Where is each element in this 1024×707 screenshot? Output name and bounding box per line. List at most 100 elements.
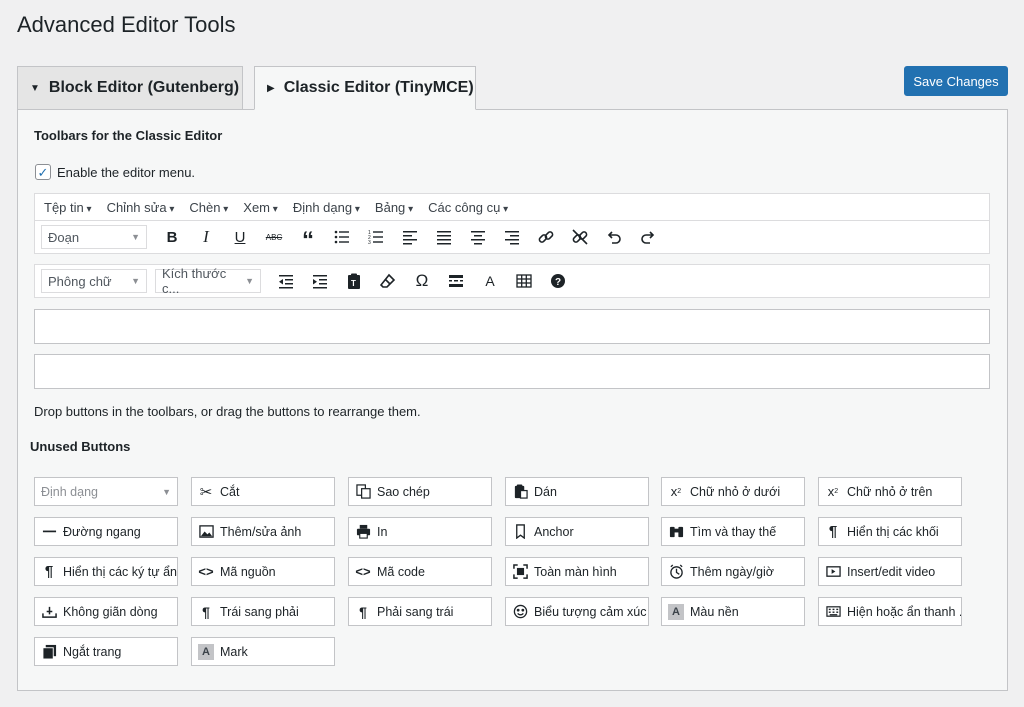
menu-edit[interactable]: Chỉnh sửa	[107, 200, 175, 215]
toolbar-4-empty[interactable]	[34, 354, 990, 389]
unused-button-copy[interactable]: Sao chép	[348, 477, 492, 506]
button-label: Insert/edit video	[847, 564, 936, 579]
unused-button-bg-color[interactable]: A Màu nền	[661, 597, 805, 626]
button-label: Mã nguồn	[220, 564, 276, 579]
align-center-icon[interactable]	[461, 224, 495, 250]
paragraph-format-select[interactable]: Đoạn ▼	[41, 225, 147, 249]
tab-block-editor[interactable]: ▼ Block Editor (Gutenberg)	[17, 66, 243, 110]
rtl-icon: ¶	[359, 603, 367, 620]
save-changes-button[interactable]: Save Changes	[904, 66, 1008, 96]
subscript-icon: x2	[670, 484, 682, 499]
button-label: Ngắt trang	[63, 644, 122, 659]
tab-label: Block Editor (Gutenberg)	[48, 79, 240, 96]
unlink-icon[interactable]	[563, 224, 597, 250]
omega-icon[interactable]: Ω	[405, 268, 439, 294]
binoculars-icon	[668, 524, 684, 540]
menu-format[interactable]: Định dạng	[293, 200, 360, 215]
bullet-list-icon[interactable]	[325, 224, 359, 250]
read-more-icon[interactable]	[439, 268, 473, 294]
unused-button-show-blocks[interactable]: ¶ Hiển thị các khối	[818, 517, 962, 546]
outdent-icon[interactable]	[269, 268, 303, 294]
menu-insert[interactable]: Chèn	[189, 200, 228, 215]
toolbar-3-empty[interactable]	[34, 309, 990, 344]
blockquote-icon[interactable]: “	[291, 224, 325, 253]
font-size-select[interactable]: Kích thước c... ▼	[155, 266, 261, 296]
button-label: Đường ngang	[63, 524, 141, 539]
clock-icon	[668, 564, 684, 580]
bold-icon[interactable]: B	[155, 224, 189, 250]
chevron-down-icon: ▼	[162, 486, 171, 497]
unused-format-select[interactable]: Định dạng ▼	[34, 477, 178, 506]
unused-button-anchor[interactable]: Anchor	[505, 517, 649, 546]
unused-button-code[interactable]: <> Mã code	[348, 557, 492, 586]
button-label: Chữ nhỏ ở trên	[847, 484, 933, 499]
unused-button-cut[interactable]: ✂ Cắt	[191, 477, 335, 506]
button-label: Hiển thị các ký tự ẩn	[63, 564, 177, 579]
unused-button-visual-chars[interactable]: ¶ Hiển thị các ký tự ẩn	[34, 557, 178, 586]
button-label: Phải sang trái	[377, 604, 454, 619]
unused-button-paste[interactable]: Dán	[505, 477, 649, 506]
unused-button-print[interactable]: In	[348, 517, 492, 546]
font-family-select[interactable]: Phông chữ ▼	[41, 269, 147, 293]
unused-button-find-replace[interactable]: Tìm và thay thế	[661, 517, 805, 546]
unused-button-subscript[interactable]: x 2 Chữ nhỏ ở dưới	[661, 477, 805, 506]
align-justify-icon[interactable]	[427, 224, 461, 250]
button-label: Mã code	[377, 564, 425, 579]
menu-file[interactable]: Tệp tin	[44, 200, 92, 215]
unused-button-datetime[interactable]: Thêm ngày/giờ	[661, 557, 805, 586]
unused-button-superscript[interactable]: x 2 Chữ nhỏ ở trên	[818, 477, 962, 506]
button-label: Tìm và thay thế	[690, 524, 777, 539]
button-label: Hiện hoặc ẩn thanh ...	[847, 604, 962, 619]
align-left-icon[interactable]	[393, 224, 427, 250]
unused-button-image[interactable]: Thêm/sửa ảnh	[191, 517, 335, 546]
unused-button-video[interactable]: Insert/edit video	[818, 557, 962, 586]
table-icon[interactable]	[507, 268, 541, 294]
background-color-icon: A	[668, 603, 684, 620]
redo-icon[interactable]	[631, 224, 665, 250]
paragraph-format-value: Đoạn	[48, 229, 80, 245]
tab-label: Classic Editor (TinyMCE)	[283, 79, 474, 96]
unused-button-source-code[interactable]: <> Mã nguồn	[191, 557, 335, 586]
undo-icon[interactable]	[597, 224, 631, 250]
help-icon[interactable]: ?	[541, 268, 575, 294]
mark-icon: A	[198, 643, 214, 660]
enable-menu-option[interactable]: ✓ Enable the editor menu.	[35, 164, 195, 180]
image-icon	[198, 524, 214, 540]
pilcrow-icon: ¶	[828, 523, 838, 540]
numbered-list-icon[interactable]: 123	[359, 224, 393, 250]
button-label: Mark	[220, 644, 248, 659]
keyboard-icon	[825, 604, 841, 620]
format-select-value: Định dạng	[41, 484, 98, 499]
unused-button-page-break[interactable]: Ngắt trang	[34, 637, 178, 666]
menu-view[interactable]: Xem	[243, 200, 278, 215]
paste-text-icon[interactable]: T	[337, 268, 371, 294]
unused-button-nonbreaking[interactable]: Không giãn dòng	[34, 597, 178, 626]
text-color-icon[interactable]: A	[473, 268, 507, 294]
pilcrow-icon: ¶	[44, 563, 54, 580]
section-title: Toolbars for the Classic Editor	[34, 128, 223, 143]
underline-icon[interactable]: U	[223, 224, 257, 250]
help-text: Drop buttons in the toolbars, or drag th…	[34, 404, 421, 419]
unused-button-ltr[interactable]: ¶ Trái sang phải	[191, 597, 335, 626]
unused-button-mark[interactable]: A Mark	[191, 637, 335, 666]
link-icon[interactable]	[529, 224, 563, 250]
caret-right-icon: ▶	[267, 82, 275, 94]
enable-menu-checkbox[interactable]: ✓	[35, 164, 51, 180]
clear-format-icon[interactable]	[371, 268, 405, 294]
superscript-icon: x2	[827, 484, 839, 499]
unused-buttons-title: Unused Buttons	[30, 439, 131, 454]
unused-button-emoticons[interactable]: Biểu tượng cảm xúc	[505, 597, 649, 626]
bookmark-icon	[512, 524, 528, 540]
tab-classic-editor[interactable]: ▶ Classic Editor (TinyMCE)	[254, 66, 476, 110]
menu-tools[interactable]: Các công cụ	[428, 200, 508, 215]
button-label: Dán	[534, 484, 557, 499]
align-right-icon[interactable]	[495, 224, 529, 250]
strikethrough-icon[interactable]: ABC	[257, 224, 291, 250]
unused-button-horizontal-line[interactable]: Đường ngang	[34, 517, 178, 546]
indent-icon[interactable]	[303, 268, 337, 294]
italic-icon[interactable]: I	[189, 224, 223, 250]
unused-button-rtl[interactable]: ¶ Phải sang trái	[348, 597, 492, 626]
menu-table[interactable]: Bảng	[375, 200, 413, 215]
unused-button-toggle-toolbar[interactable]: Hiện hoặc ẩn thanh ...	[818, 597, 962, 626]
unused-button-fullscreen[interactable]: Toàn màn hình	[505, 557, 649, 586]
